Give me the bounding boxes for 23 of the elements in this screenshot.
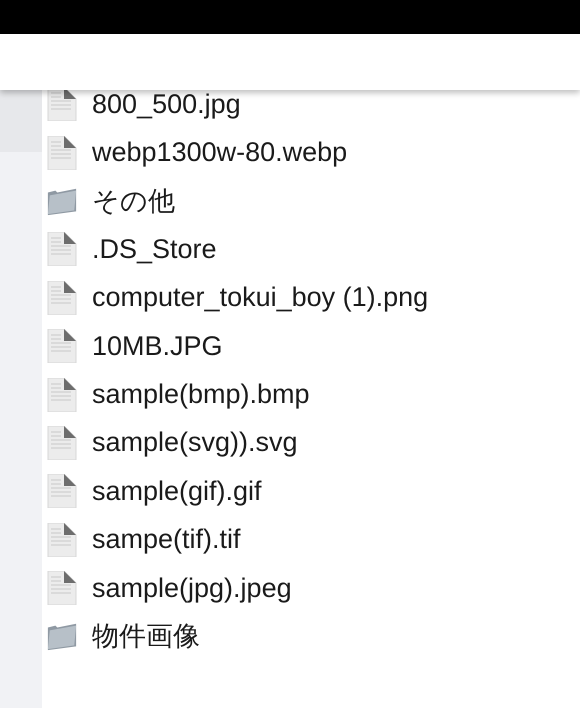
document-icon [46,280,78,315]
document-icon [46,474,78,508]
file-name[interactable]: その他 [92,182,175,219]
document-icon [46,87,78,122]
file-name[interactable]: sample(svg)).svg [92,427,298,458]
document-icon [46,329,78,364]
document-icon [46,378,78,412]
file-name[interactable]: 10MB.JPG [92,330,223,362]
file-name[interactable]: sample(jpg).jpeg [92,572,292,604]
file-name[interactable]: sampe(tif).tif [92,524,241,556]
file-name[interactable]: webp1300w-80.webp [92,137,348,168]
file-name[interactable]: 物件画像 [92,618,200,654]
file-name[interactable]: sample(gif).gif [92,476,262,507]
document-icon [46,136,78,170]
document-icon [46,522,78,557]
file-name[interactable]: computer_tokui_boy (1).png [92,282,428,314]
file-name[interactable]: sample(bmp).bmp [92,379,310,410]
file-name[interactable]: .DS_Store [92,234,217,265]
document-icon [46,232,78,266]
folder-icon [46,621,78,652]
document-icon [46,426,78,460]
file-name[interactable]: 800_500.jpg [92,88,241,120]
document-icon [46,571,78,606]
